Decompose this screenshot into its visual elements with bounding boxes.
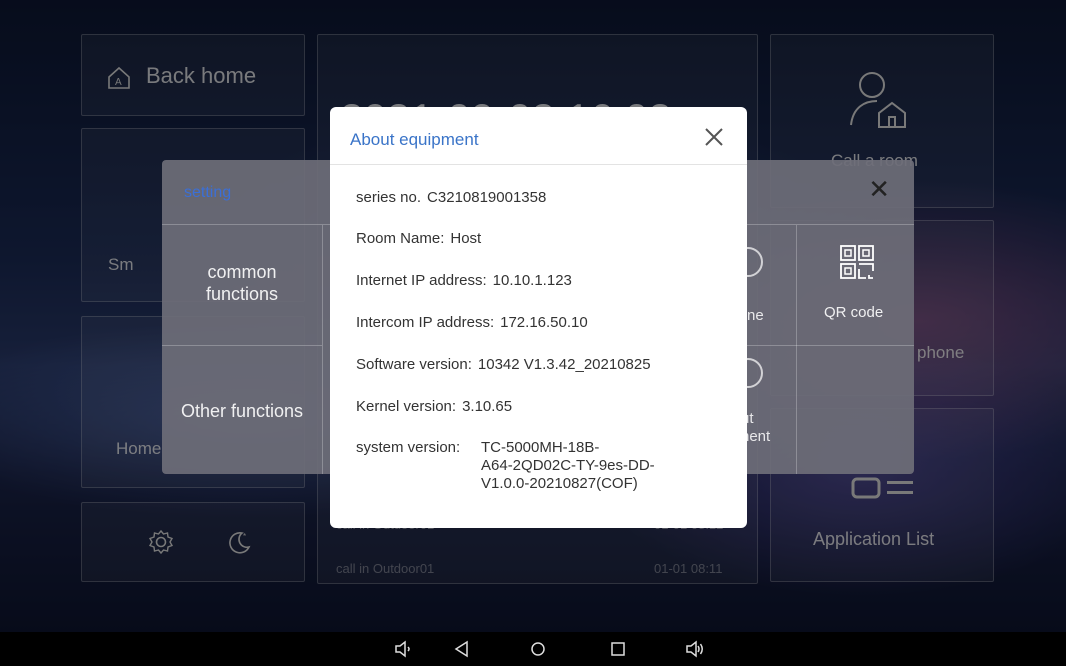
row-label: Internet IP address: xyxy=(356,272,487,289)
category-other-functions[interactable]: Other functions xyxy=(162,401,322,422)
row-value: 172.16.50.10 xyxy=(500,314,588,331)
navigation-bar xyxy=(0,632,1066,666)
row-label: system version: xyxy=(356,439,461,456)
divider xyxy=(330,164,747,165)
recents-icon[interactable] xyxy=(608,640,628,658)
internet-ip-row: Internet IP address: 10.10.1.123 xyxy=(356,272,572,289)
row-label: Room Name: xyxy=(356,230,445,247)
setting-item-qr-code[interactable]: QR code xyxy=(797,225,914,345)
dialog-title: About equipment xyxy=(350,130,479,149)
row-value: 10.10.1.123 xyxy=(492,272,572,289)
system-version-row: system version: xyxy=(356,439,460,456)
about-equipment-dialog: About equipment series no. C3210819001358… xyxy=(330,107,747,528)
system-version-value: TC-5000MH-18B- A64-2QD02C-TY-9es-DD- V1.… xyxy=(481,439,655,492)
row-label: series no. xyxy=(356,189,422,206)
intercom-ip-row: Intercom IP address: 172.16.50.10 xyxy=(356,314,588,331)
row-value: 10342 V1.3.42_20210825 xyxy=(477,356,651,373)
setting-item-label: QR code xyxy=(824,304,884,321)
kernel-version-row: Kernel version: 3.10.65 xyxy=(356,398,512,415)
row-label: Intercom IP address: xyxy=(356,314,495,331)
qr-code-icon xyxy=(840,245,874,279)
divider xyxy=(162,345,322,346)
room-name-row: Room Name: Host xyxy=(356,230,481,247)
row-label: Kernel version: xyxy=(356,398,457,415)
setting-item-partial[interactable]: ne xyxy=(733,225,796,345)
setting-close-icon[interactable]: ✕ xyxy=(868,176,890,202)
back-icon[interactable] xyxy=(452,640,472,658)
row-value: Host xyxy=(450,230,482,247)
close-icon[interactable] xyxy=(702,125,726,149)
series-number-row: series no. C3210819001358 xyxy=(356,189,546,206)
setting-item-partial[interactable]: ut nent xyxy=(733,346,796,474)
setting-title: setting xyxy=(184,184,232,201)
volume-down-icon[interactable] xyxy=(394,640,414,658)
setting-category-list: common functions Other functions xyxy=(162,225,323,474)
row-value: 3.10.65 xyxy=(462,398,513,415)
setting-item-label: ne xyxy=(747,307,764,324)
row-value: C3210819001358 xyxy=(427,189,547,206)
row-label: Software version: xyxy=(356,356,472,373)
volume-up-icon[interactable] xyxy=(685,640,705,658)
category-common-functions[interactable]: common functions xyxy=(162,261,322,305)
home-icon[interactable] xyxy=(528,640,548,658)
software-version-row: Software version: 10342 V1.3.42_20210825 xyxy=(356,356,651,373)
